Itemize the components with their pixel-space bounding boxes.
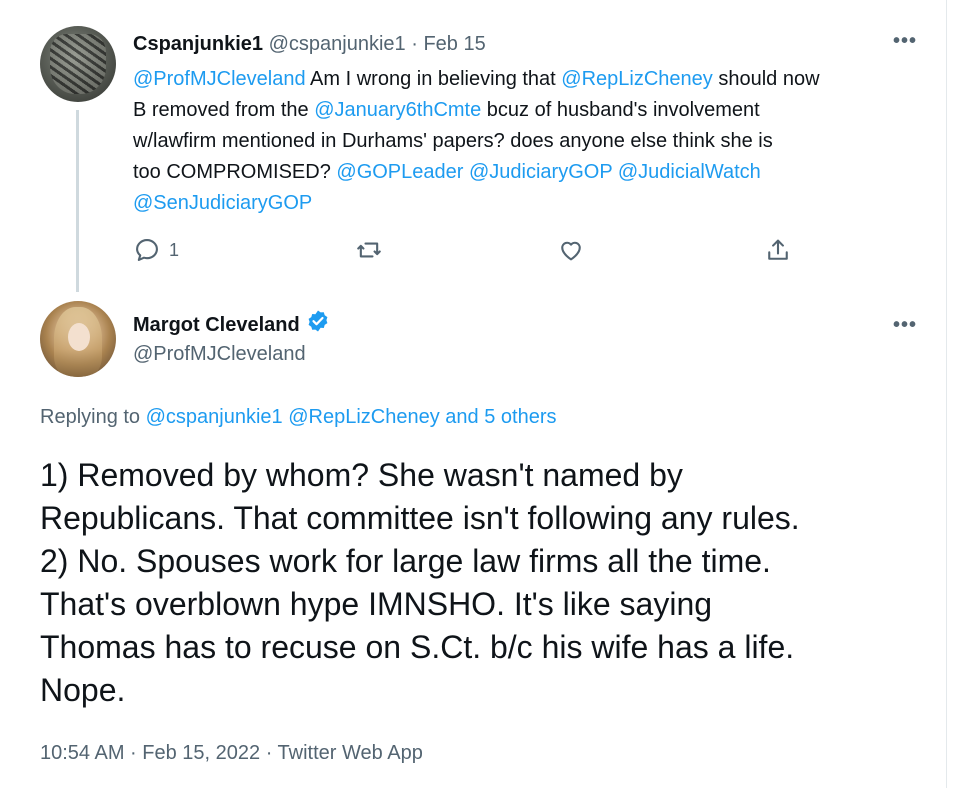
tweet-thread: Cspanjunkie1 @cspanjunkie1 · Feb 15 ••• … bbox=[0, 0, 947, 788]
main-author-name[interactable]: Margot Cleveland bbox=[133, 312, 300, 338]
tweet-text-segment: Am I wrong in believing that bbox=[305, 68, 562, 90]
mention-link[interactable]: @January6thCmte bbox=[314, 99, 481, 121]
tweet-text-segment: w/lawfirm mentioned in Durhams' papers? … bbox=[133, 130, 773, 152]
main-more-options-button[interactable]: ••• bbox=[893, 314, 917, 337]
main-tweet-line: Republicans. That committee isn't follow… bbox=[40, 500, 800, 536]
main-author-name-row: Margot Cleveland bbox=[133, 309, 330, 340]
parent-tweet-line: @ProfMJCleveland Am I wrong in believing… bbox=[133, 64, 933, 95]
avatar-cspanjunkie1[interactable] bbox=[40, 26, 116, 102]
avatar-margot-cleveland[interactable] bbox=[40, 301, 116, 377]
mention-link[interactable]: @RepLizCheney bbox=[561, 68, 713, 90]
verified-badge-icon bbox=[306, 309, 330, 340]
main-tweet-line: 2) No. Spouses work for large law firms … bbox=[40, 543, 771, 579]
tweet-text-segment: bcuz of husband's involvement bbox=[481, 99, 760, 121]
parent-tweet-header: Cspanjunkie1 @cspanjunkie1 · Feb 15 bbox=[133, 32, 486, 56]
tweet-text-segment: should now bbox=[712, 68, 820, 90]
share-icon bbox=[764, 236, 792, 264]
tweet-text-segment: too COMPROMISED? bbox=[133, 161, 337, 183]
main-tweet-line: Thomas has to recuse on S.Ct. b/c his wi… bbox=[40, 629, 795, 665]
share-button[interactable] bbox=[764, 236, 792, 264]
replying-to-line: Replying to @cspanjunkie1 @RepLizCheney … bbox=[40, 404, 556, 430]
main-tweet-line: That's overblown hype IMNSHO. It's like … bbox=[40, 586, 713, 622]
like-button[interactable] bbox=[557, 236, 585, 264]
parent-author-handle[interactable]: @cspanjunkie1 bbox=[269, 33, 406, 55]
mention-link[interactable]: @JudicialWatch bbox=[618, 161, 761, 183]
main-author-handle[interactable]: @ProfMJCleveland bbox=[133, 341, 306, 367]
mention-link[interactable]: @GOPLeader bbox=[336, 161, 463, 183]
retweet-icon bbox=[355, 236, 383, 264]
parent-tweet-text: @ProfMJCleveland Am I wrong in believing… bbox=[133, 64, 933, 219]
main-tweet-line: 1) Removed by whom? She wasn't named by bbox=[40, 457, 683, 493]
mention-link[interactable]: @ProfMJCleveland bbox=[133, 68, 306, 90]
reply-count: 1 bbox=[169, 239, 180, 260]
heart-icon bbox=[557, 236, 585, 264]
mention-link[interactable]: @SenJudiciaryGOP bbox=[133, 192, 312, 214]
main-tweet-line: Nope. bbox=[40, 672, 126, 708]
reply-icon bbox=[133, 236, 161, 264]
reply-button[interactable]: 1 bbox=[133, 236, 179, 264]
parent-tweet-date[interactable]: Feb 15 bbox=[423, 33, 485, 55]
tweet-text-segment: B removed from the bbox=[133, 99, 315, 121]
parent-tweet-line: too COMPROMISED? @GOPLeader @JudiciaryGO… bbox=[133, 157, 933, 188]
parent-tweet-line: @SenJudiciaryGOP bbox=[133, 188, 933, 219]
mention-link[interactable]: @JudiciaryGOP bbox=[469, 161, 612, 183]
parent-more-options-button[interactable]: ••• bbox=[893, 30, 917, 53]
parent-tweet-line: w/lawfirm mentioned in Durhams' papers? … bbox=[133, 126, 933, 157]
parent-tweet-line: B removed from the @January6thCmte bcuz … bbox=[133, 95, 933, 126]
thread-connector-line bbox=[76, 110, 79, 292]
replying-to-users-link[interactable]: @cspanjunkie1 @RepLizCheney and 5 others bbox=[146, 406, 557, 428]
retweet-button[interactable] bbox=[355, 236, 383, 264]
main-tweet-text: 1) Removed by whom? She wasn't named by R… bbox=[40, 454, 930, 712]
tweet-timestamp[interactable]: 10:54 AM · Feb 15, 2022 · Twitter Web Ap… bbox=[40, 740, 423, 766]
header-separator: · bbox=[411, 33, 418, 55]
replying-to-prefix: Replying to bbox=[40, 406, 146, 428]
parent-author-name[interactable]: Cspanjunkie1 bbox=[133, 33, 263, 55]
